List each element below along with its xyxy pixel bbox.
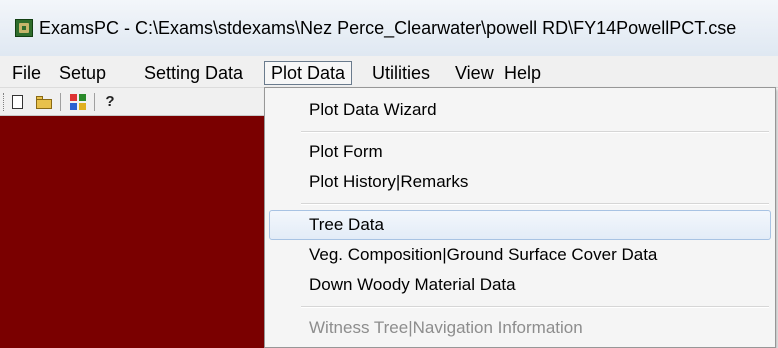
menu-file[interactable]: File <box>6 61 47 85</box>
menu-separator <box>301 203 769 205</box>
menu-separator <box>301 306 769 308</box>
menu-item-plot-history-remarks[interactable]: Plot History|Remarks <box>269 167 771 197</box>
menu-separator <box>301 131 769 133</box>
title-bar: ExamsPC - C:\Exams\stdexams\Nez Perce_Cl… <box>0 0 778 56</box>
menu-item-plot-data-wizard[interactable]: Plot Data Wizard <box>269 95 771 125</box>
menu-item-down-woody-material[interactable]: Down Woody Material Data <box>269 270 771 300</box>
menu-item-veg-composition[interactable]: Veg. Composition|Ground Surface Cover Da… <box>269 240 771 270</box>
menu-utilities[interactable]: Utilities <box>366 61 436 85</box>
toolbar-separator <box>60 93 61 111</box>
data-grid-icon[interactable] <box>68 92 88 112</box>
workspace-area <box>0 116 264 348</box>
toolbar-grip[interactable] <box>3 93 6 111</box>
window-title: ExamsPC - C:\Exams\stdexams\Nez Perce_Cl… <box>39 18 737 38</box>
open-folder-icon[interactable] <box>34 92 54 112</box>
plot-data-dropdown: Plot Data Wizard Plot Form Plot History|… <box>264 87 776 348</box>
menu-item-witness-tree: Witness Tree|Navigation Information <box>309 318 583 337</box>
new-file-icon[interactable] <box>8 92 28 112</box>
menu-item-tree-data[interactable]: Tree Data <box>269 210 771 240</box>
menu-item-plot-form[interactable]: Plot Form <box>269 137 771 167</box>
toolbar-separator <box>94 93 95 111</box>
menu-view[interactable]: View <box>449 61 500 85</box>
app-icon[interactable] <box>15 19 33 37</box>
menu-help[interactable]: Help <box>498 61 547 85</box>
menu-bar: File Setup Setting Data Plot Data Utilit… <box>0 56 778 88</box>
toolbar: ? <box>0 88 264 116</box>
menu-setting-data[interactable]: Setting Data <box>138 61 249 85</box>
menu-plot-data[interactable]: Plot Data <box>264 61 353 85</box>
help-icon[interactable]: ? <box>100 92 120 112</box>
menu-setup[interactable]: Setup <box>53 61 112 85</box>
